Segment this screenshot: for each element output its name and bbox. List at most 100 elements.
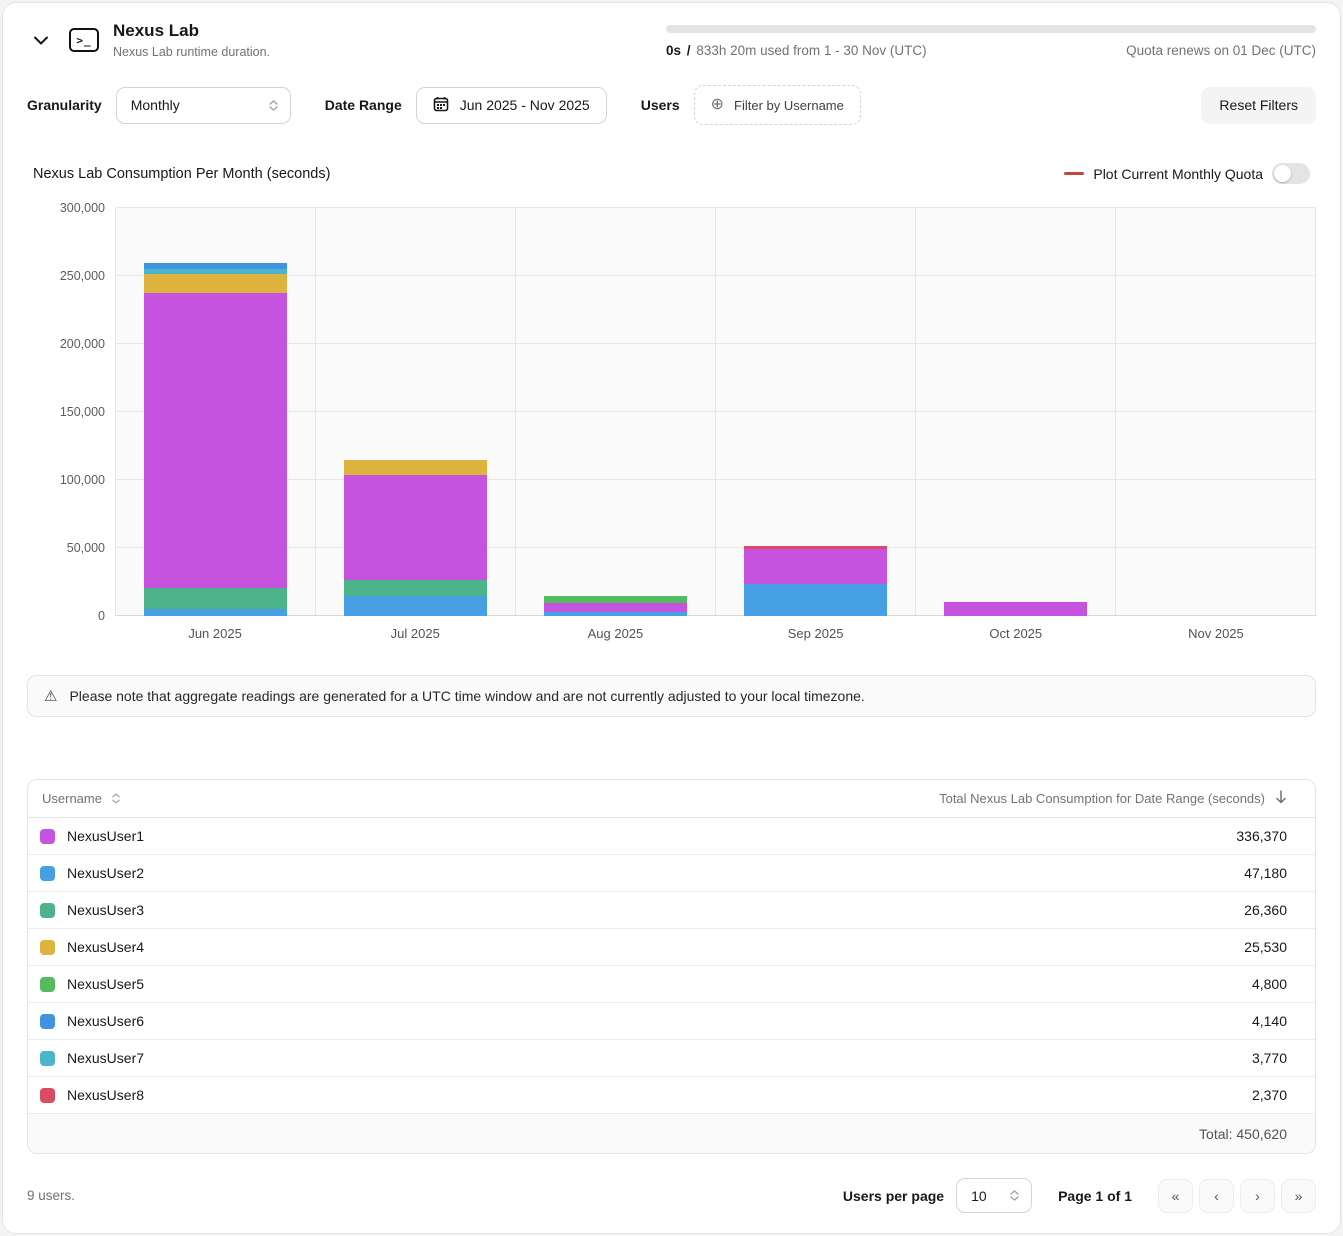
- date-range-button[interactable]: Jun 2025 - Nov 2025: [416, 87, 607, 124]
- quota-toggle-switch[interactable]: [1272, 163, 1310, 184]
- chart-plot: [115, 208, 1316, 616]
- chart-columns: [116, 208, 1316, 616]
- bar-segment-nexususer1[interactable]: [544, 603, 687, 612]
- table-body: NexusUser1336,370NexusUser247,180NexusUs…: [28, 818, 1315, 1114]
- quota-line-legend-icon: [1064, 172, 1084, 175]
- y-tick-label: 300,000: [60, 201, 105, 215]
- sort-updown-icon: [112, 793, 120, 804]
- stacked-bar: [744, 546, 887, 616]
- page-title: Nexus Lab: [113, 21, 270, 41]
- user-color-swatch: [40, 940, 55, 955]
- chart-column-sep-2025: [716, 208, 916, 616]
- gridline: [116, 547, 1316, 548]
- gridline: [116, 275, 1316, 276]
- table-row: NexusUser73,770: [28, 1040, 1315, 1077]
- next-page-button[interactable]: ›: [1240, 1179, 1275, 1213]
- bar-segment-nexususer1[interactable]: [744, 549, 887, 584]
- username-cell: NexusUser5: [67, 976, 144, 992]
- x-tick-label: Jul 2025: [315, 626, 515, 641]
- username-cell: NexusUser1: [67, 828, 144, 844]
- table-footer: 9 users. Users per page 10 Page 1 of 1 «…: [27, 1178, 1316, 1213]
- chart-column-jul-2025: [316, 208, 516, 616]
- timezone-notice-text: Please note that aggregate readings are …: [69, 688, 864, 704]
- first-page-button[interactable]: «: [1158, 1179, 1193, 1213]
- table-row: NexusUser247,180: [28, 855, 1315, 892]
- sort-descending-icon: [1275, 790, 1287, 807]
- user-color-swatch: [40, 977, 55, 992]
- x-tick-label: Nov 2025: [1116, 626, 1316, 641]
- total-consumption-cell: 3,770: [1252, 1050, 1287, 1066]
- y-tick-label: 150,000: [60, 405, 105, 419]
- gridline: [116, 479, 1316, 480]
- stacked-bar: [944, 602, 1087, 616]
- granularity-select[interactable]: Monthly: [116, 87, 291, 124]
- quota-progress-bar: [666, 25, 1316, 33]
- user-color-swatch: [40, 1051, 55, 1066]
- usage-panel: >_ Nexus Lab Nexus Lab runtime duration.…: [2, 2, 1341, 1234]
- x-tick-label: Aug 2025: [515, 626, 715, 641]
- stacked-bar: [344, 460, 487, 616]
- username-cell: NexusUser3: [67, 902, 144, 918]
- user-color-swatch: [40, 866, 55, 881]
- last-page-button[interactable]: »: [1281, 1179, 1316, 1213]
- total-consumption-cell: 26,360: [1244, 902, 1287, 918]
- stacked-bar: [544, 596, 687, 616]
- gridline: [116, 207, 1316, 208]
- bar-segment-nexususer2[interactable]: [544, 612, 687, 616]
- bar-segment-nexususer1[interactable]: [344, 475, 487, 580]
- x-tick-label: Oct 2025: [916, 626, 1116, 641]
- users-per-page-label: Users per page: [843, 1188, 944, 1204]
- prev-page-button[interactable]: ‹: [1199, 1179, 1234, 1213]
- total-consumption-cell: 2,370: [1252, 1087, 1287, 1103]
- filter-bar: Granularity Monthly Date Range Jun 2025 …: [27, 85, 1316, 125]
- page-info: Page 1 of 1: [1058, 1188, 1132, 1204]
- table-total-row: Total: 450,620: [28, 1114, 1315, 1153]
- total-column-header[interactable]: Total Nexus Lab Consumption for Date Ran…: [939, 790, 1301, 807]
- username-column-header[interactable]: Username: [42, 791, 120, 806]
- date-range-value: Jun 2025 - Nov 2025: [460, 97, 590, 113]
- table-row: NexusUser64,140: [28, 1003, 1315, 1040]
- chart-column-aug-2025: [516, 208, 716, 616]
- users-table: Username Total Nexus Lab Consumption for…: [27, 779, 1316, 1154]
- gridline: [116, 615, 1316, 616]
- y-tick-label: 250,000: [60, 269, 105, 283]
- chevron-down-icon: [34, 33, 48, 48]
- calendar-icon: [433, 96, 449, 115]
- bar-segment-nexususer4[interactable]: [344, 460, 487, 476]
- page-subtitle: Nexus Lab runtime duration.: [113, 45, 270, 59]
- table-row: NexusUser425,530: [28, 929, 1315, 966]
- timezone-notice: ⚠ Please note that aggregate readings ar…: [27, 675, 1316, 717]
- chart-column-jun-2025: [116, 208, 316, 616]
- chevron-updown-icon: [269, 100, 278, 111]
- username-cell: NexusUser4: [67, 939, 144, 955]
- bar-segment-nexususer2[interactable]: [144, 609, 287, 616]
- user-color-swatch: [40, 829, 55, 844]
- y-tick-label: 50,000: [67, 541, 105, 555]
- bar-segment-nexususer2[interactable]: [344, 596, 487, 616]
- stacked-bar: [144, 263, 287, 616]
- panel-header: >_ Nexus Lab Nexus Lab runtime duration.…: [27, 3, 1316, 59]
- username-cell: NexusUser6: [67, 1013, 144, 1029]
- bar-segment-nexususer1[interactable]: [944, 602, 1087, 616]
- chart-x-axis: Jun 2025Jul 2025Aug 2025Sep 2025Oct 2025…: [115, 626, 1316, 641]
- users-per-page-select[interactable]: 10: [956, 1178, 1032, 1213]
- reset-filters-button[interactable]: Reset Filters: [1201, 87, 1316, 124]
- chart-title: Nexus Lab Consumption Per Month (seconds…: [33, 166, 330, 182]
- total-consumption-cell: 336,370: [1236, 828, 1287, 844]
- users-label: Users: [641, 97, 680, 113]
- bar-segment-nexususer3[interactable]: [344, 580, 487, 596]
- filter-by-username-button[interactable]: ⊕ Filter by Username: [694, 85, 861, 125]
- warning-icon: ⚠: [44, 687, 57, 705]
- terminal-icon: >_: [69, 28, 99, 52]
- table-row: NexusUser3 26,360: [28, 892, 1315, 929]
- bar-segment-nexususer2[interactable]: [744, 584, 887, 616]
- bar-segment-nexususer3[interactable]: [144, 588, 287, 608]
- user-color-swatch: [40, 1088, 55, 1103]
- users-per-page-value: 10: [971, 1188, 987, 1204]
- usage-separator: /: [687, 43, 691, 58]
- table-row: NexusUser1 336,370: [28, 818, 1315, 855]
- y-tick-label: 100,000: [60, 473, 105, 487]
- bar-segment-nexususer1[interactable]: [144, 293, 287, 589]
- bar-segment-nexususer4[interactable]: [144, 274, 287, 293]
- collapse-button[interactable]: [27, 26, 55, 54]
